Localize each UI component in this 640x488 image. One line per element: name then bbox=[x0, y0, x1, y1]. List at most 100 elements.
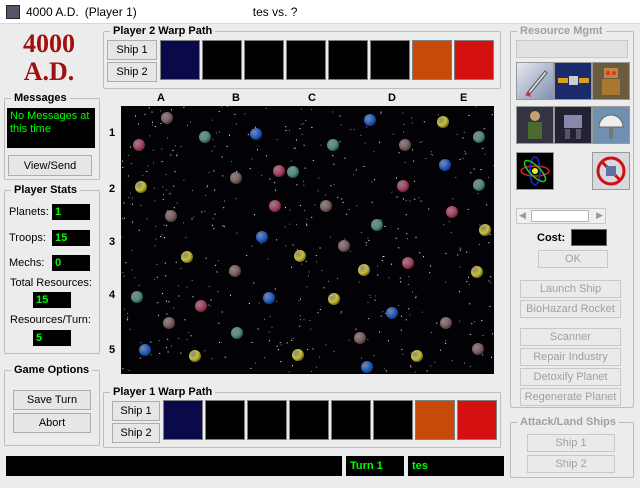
attack-ship1-button[interactable]: Ship 1 bbox=[527, 434, 615, 452]
biohazard-rocket-button[interactable]: BioHazard Rocket bbox=[520, 300, 621, 318]
repair-industry-button[interactable]: Repair Industry bbox=[520, 348, 621, 366]
planet[interactable] bbox=[411, 350, 423, 362]
p1-warp-slot-3[interactable] bbox=[247, 400, 287, 440]
robot-icon[interactable] bbox=[592, 62, 630, 100]
planet[interactable] bbox=[473, 131, 485, 143]
p2-warp-slot-4[interactable] bbox=[286, 40, 326, 80]
planet[interactable] bbox=[479, 224, 491, 236]
resource-mgmt-title: Resource Mgmt bbox=[520, 25, 603, 37]
p2-ship1-button[interactable]: Ship 1 bbox=[107, 40, 157, 60]
no-biohazard-icon[interactable] bbox=[592, 152, 630, 190]
planet[interactable] bbox=[231, 327, 243, 339]
planet[interactable] bbox=[163, 317, 175, 329]
planet[interactable] bbox=[181, 251, 193, 263]
app-title: 4000 A.D. bbox=[26, 4, 79, 19]
planet[interactable] bbox=[446, 206, 458, 218]
scroll-right-arrow[interactable]: ▶ bbox=[596, 210, 603, 221]
planet[interactable] bbox=[439, 159, 451, 171]
planet[interactable] bbox=[338, 240, 350, 252]
p2-warp-slot-2[interactable] bbox=[202, 40, 242, 80]
soldier-icon[interactable] bbox=[516, 106, 554, 144]
planet[interactable] bbox=[397, 180, 409, 192]
radar-icon[interactable] bbox=[592, 106, 630, 144]
planet[interactable] bbox=[273, 165, 285, 177]
p1-ship1-button[interactable]: Ship 1 bbox=[112, 401, 160, 421]
planet[interactable] bbox=[294, 250, 306, 262]
p1-warp-slot-4[interactable] bbox=[289, 400, 329, 440]
p2-warp-slot-3[interactable] bbox=[244, 40, 284, 80]
planet[interactable] bbox=[165, 210, 177, 222]
planet[interactable] bbox=[437, 116, 449, 128]
missile-icon[interactable] bbox=[516, 62, 554, 100]
planet[interactable] bbox=[320, 200, 332, 212]
planet[interactable] bbox=[471, 266, 483, 278]
mechs-label: Mechs: bbox=[9, 257, 45, 269]
p2-warp-slot-8[interactable] bbox=[454, 40, 494, 80]
planet[interactable] bbox=[199, 131, 211, 143]
planet[interactable] bbox=[256, 231, 268, 243]
planet[interactable] bbox=[135, 181, 147, 193]
planet[interactable] bbox=[229, 265, 241, 277]
view-send-button[interactable]: View/Send bbox=[8, 155, 92, 176]
satellite-icon[interactable] bbox=[554, 62, 592, 100]
mechs-value: 0 bbox=[52, 255, 90, 271]
save-turn-button[interactable]: Save Turn bbox=[13, 390, 91, 410]
p1-warp-slot-6[interactable] bbox=[373, 400, 413, 440]
launch-ship-button[interactable]: Launch Ship bbox=[520, 280, 621, 298]
planet[interactable] bbox=[263, 292, 275, 304]
starfield bbox=[121, 106, 494, 373]
planet[interactable] bbox=[354, 332, 366, 344]
p1-warp-slot-7[interactable] bbox=[415, 400, 455, 440]
planet[interactable] bbox=[472, 343, 484, 355]
p2-warp-slot-7[interactable] bbox=[412, 40, 452, 80]
planet[interactable] bbox=[139, 344, 151, 356]
atom-icon[interactable] bbox=[516, 152, 554, 190]
planet[interactable] bbox=[269, 200, 281, 212]
planet[interactable] bbox=[131, 291, 143, 303]
planet[interactable] bbox=[361, 361, 373, 373]
logo-line-2: A.D. bbox=[23, 57, 75, 86]
planet[interactable] bbox=[292, 349, 304, 361]
planet[interactable] bbox=[133, 139, 145, 151]
planet[interactable] bbox=[195, 300, 207, 312]
p1-warp-slot-2[interactable] bbox=[205, 400, 245, 440]
ok-button[interactable]: OK bbox=[538, 250, 608, 268]
p1-warp-slot-5[interactable] bbox=[331, 400, 371, 440]
game-logo: 4000 A.D. bbox=[14, 30, 84, 86]
planet[interactable] bbox=[473, 179, 485, 191]
planet[interactable] bbox=[328, 293, 340, 305]
regenerate-planet-button[interactable]: Regenerate Planet bbox=[520, 388, 621, 406]
planet[interactable] bbox=[358, 264, 370, 276]
status-message bbox=[6, 456, 342, 476]
scroll-left-arrow[interactable]: ◀ bbox=[519, 210, 526, 221]
planet[interactable] bbox=[161, 112, 173, 124]
p2-warp-slot-1[interactable] bbox=[160, 40, 200, 80]
planet[interactable] bbox=[399, 139, 411, 151]
resources-per-turn-label: Resources/Turn: bbox=[10, 314, 91, 326]
abort-button[interactable]: Abort bbox=[13, 413, 91, 433]
detoxify-planet-button[interactable]: Detoxify Planet bbox=[520, 368, 621, 386]
planet[interactable] bbox=[250, 128, 262, 140]
planet[interactable] bbox=[402, 257, 414, 269]
p1-ship2-button[interactable]: Ship 2 bbox=[112, 423, 160, 443]
cost-label: Cost: bbox=[537, 232, 566, 244]
p1-warp-slot-8[interactable] bbox=[457, 400, 497, 440]
planet[interactable] bbox=[230, 172, 242, 184]
planet[interactable] bbox=[386, 307, 398, 319]
mech-icon[interactable] bbox=[554, 106, 592, 144]
galaxy-map[interactable] bbox=[121, 106, 494, 374]
p1-warp-slot-1[interactable] bbox=[163, 400, 203, 440]
p2-warp-slot-5[interactable] bbox=[328, 40, 368, 80]
p2-warp-slot-6[interactable] bbox=[370, 40, 410, 80]
p2-ship2-button[interactable]: Ship 2 bbox=[107, 62, 157, 82]
planet[interactable] bbox=[371, 219, 383, 231]
planet[interactable] bbox=[287, 166, 299, 178]
resource-scrollbar[interactable]: ◀ ▶ bbox=[516, 208, 606, 224]
planet[interactable] bbox=[189, 350, 201, 362]
planet[interactable] bbox=[364, 114, 376, 126]
planet[interactable] bbox=[327, 139, 339, 151]
attack-ship2-button[interactable]: Ship 2 bbox=[527, 455, 615, 473]
planet[interactable] bbox=[440, 317, 452, 329]
scroll-thumb[interactable] bbox=[531, 210, 589, 222]
scanner-button[interactable]: Scanner bbox=[520, 328, 621, 346]
